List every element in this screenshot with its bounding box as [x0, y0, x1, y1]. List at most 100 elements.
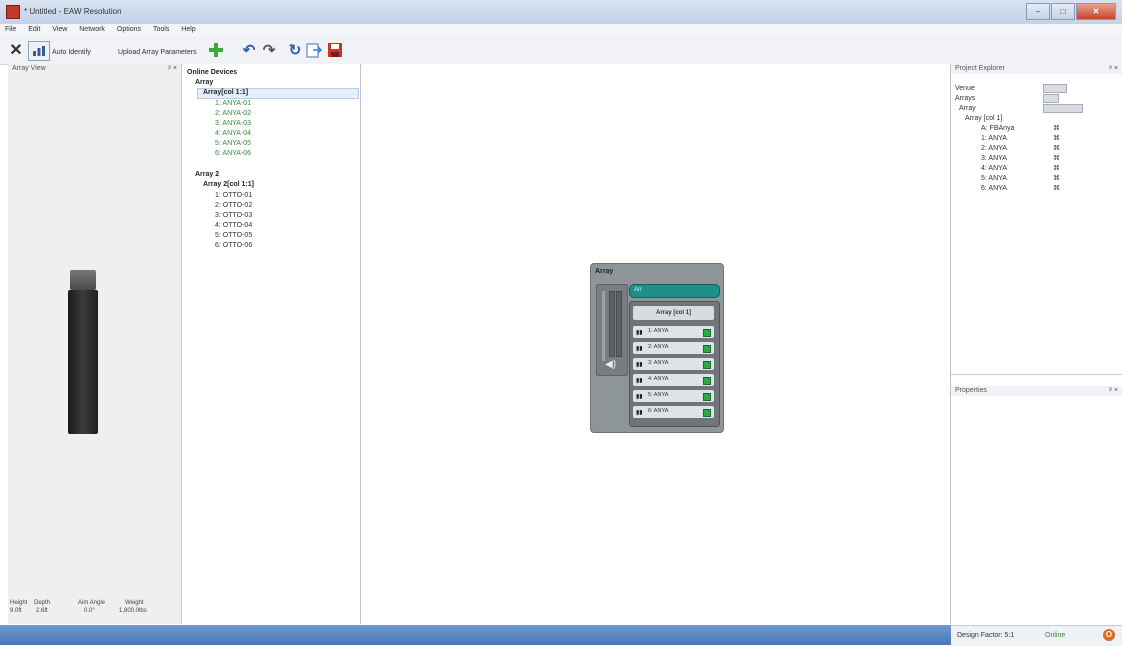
- upload-array-parameters-button[interactable]: Upload Array Parameters: [118, 49, 197, 56]
- project-explorer-tree: Venue Arrays Array Array [col 1] A: FBAn…: [951, 74, 1122, 374]
- speaker-icon: ▮▮: [636, 394, 643, 400]
- undo-icon[interactable]: ↶: [240, 41, 258, 59]
- pe-array-col[interactable]: Array [col 1]: [965, 114, 1002, 123]
- array-widget-title: Array: [595, 268, 614, 275]
- item-link-icon[interactable]: ⌘: [1053, 144, 1060, 152]
- array-name-bar-label: Arr: [634, 287, 642, 293]
- pe-item[interactable]: A: FBAnya: [981, 124, 1014, 133]
- item-link-icon[interactable]: ⌘: [1053, 184, 1060, 192]
- project-explorer-header: Project Explorer ᵖ ×: [951, 64, 1122, 74]
- close-button[interactable]: ✕: [1076, 3, 1116, 20]
- tree-array-2-group[interactable]: Array 2[col 1:1]: [203, 180, 254, 189]
- speaker-volume-icon[interactable]: ◀): [605, 359, 616, 370]
- speaker-row[interactable]: ▮▮ 3: ANYA: [633, 358, 714, 370]
- pe-arrays[interactable]: Arrays: [955, 94, 975, 103]
- online-status: Online: [1045, 632, 1066, 639]
- array-widget[interactable]: Array ◀) Arr Array [col 1] ▮▮ 1: ANYA ▮▮…: [590, 263, 724, 433]
- tree-root-online-devices[interactable]: Online Devices: [187, 68, 237, 77]
- pe-venue[interactable]: Venue: [955, 84, 975, 93]
- speaker-top-image: [70, 270, 96, 290]
- design-factor-label: Design Factor: 5:1: [957, 632, 1015, 639]
- right-panel: Project Explorer ᵖ × Venue Arrays Array …: [951, 64, 1122, 624]
- pe-item[interactable]: 3: ANYA: [981, 154, 1007, 163]
- minimize-button[interactable]: –: [1026, 3, 1050, 20]
- properties-header: Properties ᵖ ×: [951, 386, 1122, 396]
- save-icon[interactable]: [327, 42, 343, 58]
- add-icon[interactable]: [207, 41, 225, 59]
- pe-item[interactable]: 6: ANYA: [981, 184, 1007, 193]
- tree-array-2[interactable]: Array 2: [195, 170, 219, 179]
- app-icon: [6, 5, 20, 19]
- tree-device[interactable]: 5: ANYA-05: [215, 139, 251, 148]
- item-link-icon[interactable]: ⌘: [1053, 154, 1060, 162]
- status-led: [703, 361, 711, 369]
- speaker-row-label: 2: ANYA: [648, 344, 669, 350]
- venue-icons[interactable]: [1043, 84, 1067, 93]
- array-view-pane: Array View ᵖ × Height 9.0ft Depth 2.6ft …: [8, 64, 182, 624]
- design-canvas[interactable]: Array ◀) Arr Array [col 1] ▮▮ 1: ANYA ▮▮…: [362, 64, 951, 624]
- menu-edit[interactable]: Edit: [23, 24, 45, 36]
- network-icon[interactable]: [28, 41, 50, 61]
- refresh-icon[interactable]: ↻: [286, 41, 304, 59]
- item-link-icon[interactable]: ⌘: [1053, 124, 1060, 132]
- pe-item[interactable]: 1: ANYA: [981, 134, 1007, 143]
- item-link-icon[interactable]: ⌘: [1053, 174, 1060, 182]
- menu-options[interactable]: Options: [112, 24, 146, 36]
- pe-item[interactable]: 2: ANYA: [981, 144, 1007, 153]
- power-icon[interactable]: O: [1103, 629, 1115, 641]
- speaker-row-label: 1: ANYA: [648, 328, 669, 334]
- tree-device[interactable]: 3: ANYA-03: [215, 119, 251, 128]
- redo-icon[interactable]: ↷: [260, 41, 278, 59]
- toolbar: ✕ Auto Identify Upload Array Parameters …: [0, 36, 1122, 65]
- tree-device[interactable]: 2: OTTO-02: [215, 201, 252, 210]
- open-file-icon[interactable]: [306, 42, 322, 58]
- speaker-array-image: [68, 290, 98, 434]
- menu-view[interactable]: View: [47, 24, 72, 36]
- pin-close-icon[interactable]: ᵖ ×: [1109, 64, 1118, 74]
- menu-file[interactable]: File: [0, 24, 21, 36]
- online-devices-pane: Online Devices Array Array[col 1:1] 1: A…: [183, 64, 361, 624]
- meter-bar: [609, 291, 615, 357]
- title-bar: * Untitled - EAW Resolution – □ ✕: [0, 0, 1122, 25]
- tools-icon[interactable]: ✕: [8, 42, 24, 59]
- array-group-box[interactable]: Array [col 1] ▮▮ 1: ANYA ▮▮ 2: ANYA ▮▮ 3…: [629, 301, 720, 427]
- pe-item[interactable]: 5: ANYA: [981, 174, 1007, 183]
- depth-label: Depth: [34, 600, 51, 606]
- pin-close-icon[interactable]: ᵖ ×: [168, 64, 177, 74]
- pe-item[interactable]: 4: ANYA: [981, 164, 1007, 173]
- tree-device[interactable]: 6: OTTO-06: [215, 241, 252, 250]
- aim-angle-label: Aim Angle: [78, 600, 106, 606]
- speaker-row[interactable]: ▮▮ 4: ANYA: [633, 374, 714, 386]
- aim-angle-value: 0.0°: [84, 608, 95, 614]
- tree-device[interactable]: 3: OTTO-03: [215, 211, 252, 220]
- tree-device[interactable]: 1: OTTO-01: [215, 191, 252, 200]
- tree-device[interactable]: 6: ANYA-06: [215, 149, 251, 158]
- tree-device[interactable]: 2: ANYA-02: [215, 109, 251, 118]
- tree-device[interactable]: 4: OTTO-04: [215, 221, 252, 230]
- pin-close-icon[interactable]: ᵖ ×: [1109, 386, 1118, 396]
- speaker-row[interactable]: ▮▮ 6: ANYA: [633, 406, 714, 418]
- speaker-row[interactable]: ▮▮ 1: ANYA: [633, 326, 714, 338]
- arrays-icons[interactable]: [1043, 94, 1059, 103]
- panel-divider: [951, 374, 1122, 375]
- menu-network[interactable]: Network: [74, 24, 110, 36]
- speaker-row[interactable]: ▮▮ 2: ANYA: [633, 342, 714, 354]
- pe-array[interactable]: Array: [959, 104, 976, 113]
- tree-device[interactable]: 5: OTTO-05: [215, 231, 252, 240]
- menu-tools[interactable]: Tools: [148, 24, 174, 36]
- item-link-icon[interactable]: ⌘: [1053, 134, 1060, 142]
- level-meter[interactable]: ◀): [596, 284, 628, 376]
- tree-device[interactable]: 4: ANYA-04: [215, 129, 251, 138]
- array-name-bar[interactable]: Arr: [629, 284, 720, 298]
- item-link-icon[interactable]: ⌘: [1053, 164, 1060, 172]
- status-led: [703, 345, 711, 353]
- tree-device[interactable]: 1: ANYA-01: [215, 99, 251, 108]
- auto-identify-button[interactable]: Auto Identify: [52, 49, 91, 56]
- tree-array-1[interactable]: Array: [195, 78, 213, 87]
- maximize-button[interactable]: □: [1051, 3, 1075, 20]
- speaker-row[interactable]: ▮▮ 5: ANYA: [633, 390, 714, 402]
- array-icons[interactable]: [1043, 104, 1083, 113]
- status-led: [703, 329, 711, 337]
- menu-help[interactable]: Help: [176, 24, 200, 36]
- tree-array-1-group[interactable]: Array[col 1:1]: [203, 88, 248, 97]
